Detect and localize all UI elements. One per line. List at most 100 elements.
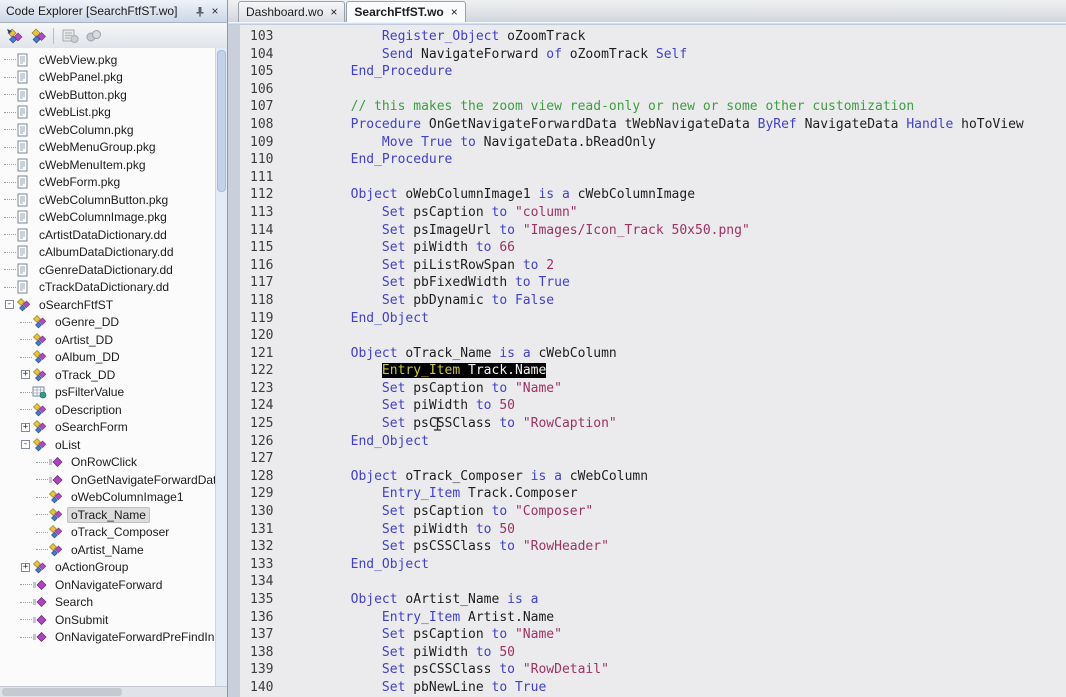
tree-item-cWebMenuItem.pkg[interactable]: cWebMenuItem.pkg <box>0 156 216 174</box>
tree-item-oTrack_Composer[interactable]: oTrack_Composer <box>0 524 216 542</box>
scrollbar-thumb[interactable] <box>2 688 122 696</box>
line-text[interactable]: Set piWidth to 50 <box>288 397 515 415</box>
line-number[interactable]: 132 <box>240 538 288 556</box>
code-line[interactable]: 129 Entry_Item Track.Composer <box>240 485 1066 503</box>
tree-item-oList[interactable]: -oList <box>0 436 216 454</box>
expand-icon[interactable]: + <box>21 563 30 572</box>
code-line[interactable]: 125 Set psCSSClass to "RowCaption" <box>240 415 1066 433</box>
line-text[interactable]: End_Object <box>288 310 429 328</box>
line-text[interactable]: Set psCaption to "Name" <box>288 626 562 644</box>
line-text[interactable]: Set psCSSClass to "RowDetail" <box>288 661 609 679</box>
tree-item-psFilterValue[interactable]: psFilterValue <box>0 384 216 402</box>
code-line[interactable]: 123 Set psCaption to "Name" <box>240 380 1066 398</box>
line-text[interactable]: Object oTrack_Name is a cWebColumn <box>288 345 617 363</box>
tree-item-cWebColumnButton.pkg[interactable]: cWebColumnButton.pkg <box>0 191 216 209</box>
line-number[interactable]: 121 <box>240 345 288 363</box>
tree-item-cAlbumDataDictionary.dd[interactable]: cAlbumDataDictionary.dd <box>0 244 216 262</box>
tree-item-Search[interactable]: Search <box>0 594 216 612</box>
line-number[interactable]: 114 <box>240 222 288 240</box>
scrollbar-thumb[interactable] <box>217 50 226 192</box>
line-number[interactable]: 107 <box>240 98 288 116</box>
line-text[interactable]: Object oTrack_Composer is a cWebColumn <box>288 468 648 486</box>
line-text[interactable]: Set pbNewLine to True <box>288 679 546 697</box>
line-text[interactable]: Move True to NavigateData.bReadOnly <box>288 134 656 152</box>
line-number[interactable]: 113 <box>240 204 288 222</box>
tree-item-oTrack_DD[interactable]: +oTrack_DD <box>0 366 216 384</box>
line-number[interactable]: 122 <box>240 362 288 380</box>
expand-icon[interactable]: + <box>21 423 30 432</box>
line-number[interactable]: 136 <box>240 609 288 627</box>
tree-item-cWebForm.pkg[interactable]: cWebForm.pkg <box>0 174 216 192</box>
code-line[interactable]: 126 End_Object <box>240 433 1066 451</box>
linked-spheres-icon[interactable] <box>84 28 102 44</box>
tree-item-cWebMenuGroup.pkg[interactable]: cWebMenuGroup.pkg <box>0 139 216 157</box>
code-line[interactable]: 128 Object oTrack_Composer is a cWebColu… <box>240 468 1066 486</box>
line-number[interactable]: 125 <box>240 415 288 433</box>
line-number[interactable]: 110 <box>240 151 288 169</box>
tree-item-cWebColumn.pkg[interactable]: cWebColumn.pkg <box>0 121 216 139</box>
line-text[interactable]: Set psCSSClass to "RowHeader" <box>288 538 609 556</box>
tree-item-oArtist_Name[interactable]: oArtist_Name <box>0 541 216 559</box>
line-number[interactable]: 137 <box>240 626 288 644</box>
line-number[interactable]: 140 <box>240 679 288 697</box>
line-text[interactable]: Entry_Item Artist.Name <box>288 609 554 627</box>
code-line[interactable]: 122 Entry_Item Track.Name <box>240 362 1066 380</box>
line-text[interactable]: Set piWidth to 50 <box>288 521 515 539</box>
code-editor[interactable]: 103 Register_Object oZoomTrack104 Send N… <box>228 25 1066 697</box>
line-text[interactable]: Set pbFixedWidth to True <box>288 274 570 292</box>
line-text[interactable]: Set piListRowSpan to 2 <box>288 257 554 275</box>
line-number[interactable]: 119 <box>240 310 288 328</box>
code-line[interactable]: 137 Set psCaption to "Name" <box>240 626 1066 644</box>
collapse-icon[interactable]: - <box>5 300 14 309</box>
code-line[interactable]: 108 Procedure OnGetNavigateForwardData t… <box>240 116 1066 134</box>
line-number[interactable]: 106 <box>240 81 288 99</box>
tree-item-oSearchFtfST[interactable]: -oSearchFtfST <box>0 296 216 314</box>
tree-item-oArtist_DD[interactable]: oArtist_DD <box>0 331 216 349</box>
tree-item-OnSubmit[interactable]: OnSubmit <box>0 611 216 629</box>
code-line[interactable]: 115 Set piWidth to 66 <box>240 239 1066 257</box>
line-number[interactable]: 116 <box>240 257 288 275</box>
tree-item-cTrackDataDictionary.dd[interactable]: cTrackDataDictionary.dd <box>0 279 216 297</box>
line-number[interactable]: 118 <box>240 292 288 310</box>
line-number[interactable]: 123 <box>240 380 288 398</box>
code-line[interactable]: 104 Send NavigateForward of oZoomTrack S… <box>240 46 1066 64</box>
tree-item-OnRowClick[interactable]: OnRowClick <box>0 454 216 472</box>
tree-item-OnGetNavigateForwardData[interactable]: OnGetNavigateForwardData <box>0 471 216 489</box>
line-number[interactable]: 128 <box>240 468 288 486</box>
tree-item-cWebButton.pkg[interactable]: cWebButton.pkg <box>0 86 216 104</box>
line-number[interactable]: 105 <box>240 63 288 81</box>
line-number[interactable]: 133 <box>240 556 288 574</box>
tree-item-oGenre_DD[interactable]: oGenre_DD <box>0 314 216 332</box>
line-number[interactable]: 130 <box>240 503 288 521</box>
line-text[interactable]: Set psCaption to "column" <box>288 204 578 222</box>
code-line[interactable]: 124 Set piWidth to 50 <box>240 397 1066 415</box>
tree-item-oActionGroup[interactable]: +oActionGroup <box>0 559 216 577</box>
tab-close-icon[interactable]: × <box>330 5 337 19</box>
line-number[interactable]: 131 <box>240 521 288 539</box>
tab-dashboard[interactable]: Dashboard.wo × <box>238 1 345 22</box>
tree-horizontal-scrollbar[interactable] <box>0 686 227 697</box>
line-text[interactable]: Set piWidth to 66 <box>288 239 515 257</box>
line-number[interactable]: 109 <box>240 134 288 152</box>
line-text[interactable]: Set psCSSClass to "RowCaption" <box>288 415 617 433</box>
tree-vertical-scrollbar[interactable] <box>215 48 227 687</box>
tree-item-cWebPanel.pkg[interactable]: cWebPanel.pkg <box>0 69 216 87</box>
code-line[interactable]: 136 Entry_Item Artist.Name <box>240 609 1066 627</box>
line-text[interactable]: Procedure OnGetNavigateForwardData tWebN… <box>288 116 1024 134</box>
tree-item-oAlbum_DD[interactable]: oAlbum_DD <box>0 349 216 367</box>
code-line[interactable]: 132 Set psCSSClass to "RowHeader" <box>240 538 1066 556</box>
line-text[interactable]: Set psCaption to "Name" <box>288 380 562 398</box>
code-line[interactable]: 120 <box>240 327 1066 345</box>
code-line[interactable]: 106 <box>240 81 1066 99</box>
tree-item-oWebColumnImage1[interactable]: oWebColumnImage1 <box>0 489 216 507</box>
tree-item-cWebList.pkg[interactable]: cWebList.pkg <box>0 104 216 122</box>
line-number[interactable]: 104 <box>240 46 288 64</box>
line-text[interactable]: Entry_Item Track.Name <box>288 362 546 380</box>
line-text[interactable]: End_Object <box>288 433 429 451</box>
class-diamonds-icon[interactable] <box>28 28 46 44</box>
class-diamonds-refresh-icon[interactable] <box>5 28 23 44</box>
breakpoint-gutter[interactable] <box>228 25 240 697</box>
line-text[interactable]: End_Object <box>288 556 429 574</box>
line-number[interactable]: 138 <box>240 644 288 662</box>
code-line[interactable]: 138 Set piWidth to 50 <box>240 644 1066 662</box>
